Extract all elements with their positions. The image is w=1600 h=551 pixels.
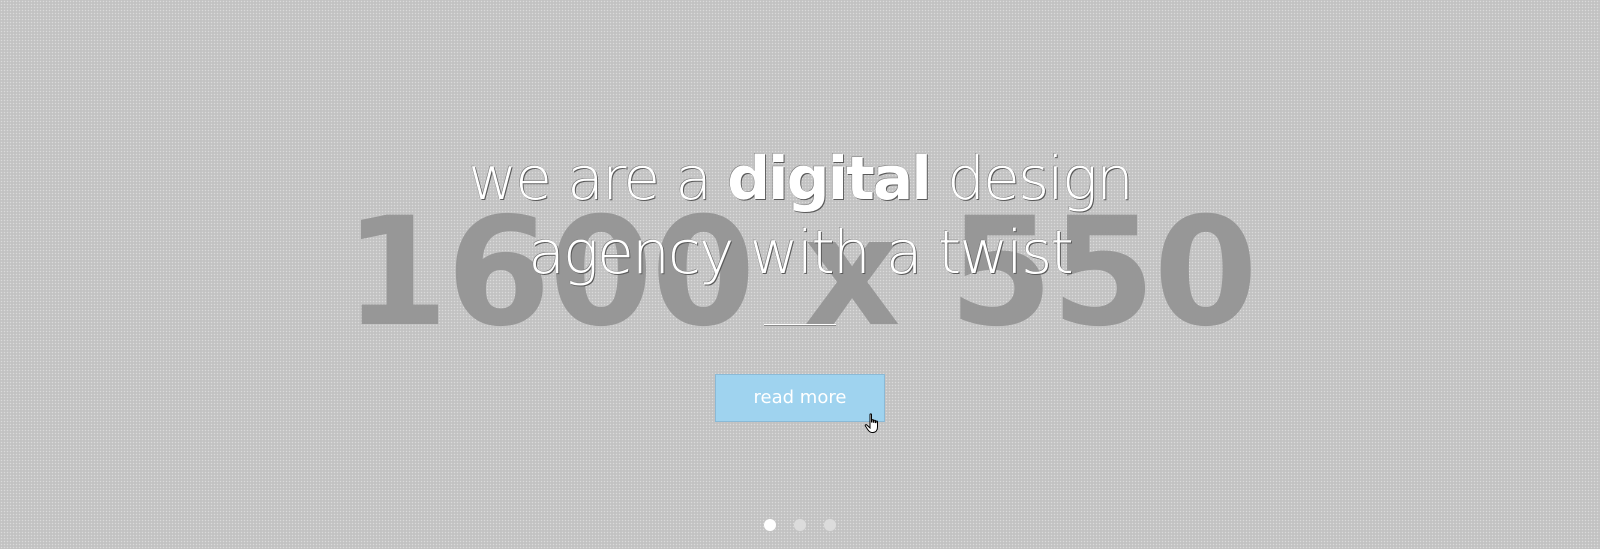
headline-text-start: we are a	[468, 144, 728, 214]
slider-pagination	[0, 519, 1600, 531]
read-more-button[interactable]: read more	[715, 374, 885, 422]
slider-dot-1[interactable]	[764, 519, 776, 531]
headline-text-end: design	[929, 144, 1134, 214]
headline-emphasis: digital	[727, 144, 932, 214]
slider-dot-2[interactable]	[794, 519, 806, 531]
hero-headline: we are a digital design agency with a tw…	[0, 142, 1600, 290]
headline-line-1: we are a digital design	[0, 142, 1600, 216]
hand-pointer-icon	[864, 413, 878, 433]
headline-divider	[764, 324, 836, 325]
slider-dot-3[interactable]	[824, 519, 836, 531]
headline-line-2: agency with a twist	[528, 218, 1074, 288]
hero-banner: 1600 x 550 we are a digital design agenc…	[0, 0, 1600, 549]
